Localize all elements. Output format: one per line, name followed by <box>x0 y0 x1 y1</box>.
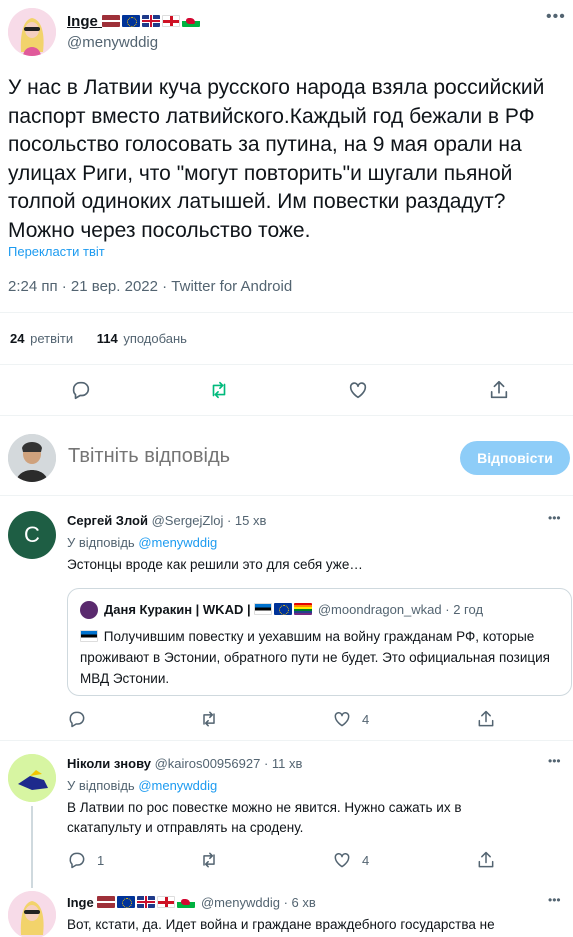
retweet-icon <box>212 381 226 399</box>
heart-icon <box>334 852 350 868</box>
reply-button[interactable] <box>67 709 97 729</box>
reply-avatar[interactable] <box>8 754 56 802</box>
reply-input[interactable] <box>68 445 428 468</box>
quote-avatar <box>80 601 98 619</box>
author-flags <box>102 13 202 30</box>
divider <box>0 364 573 365</box>
reply-button[interactable]: 1 <box>67 850 104 870</box>
uk-flag-icon <box>142 15 161 27</box>
submit-reply-button[interactable]: Відповісти <box>460 441 570 475</box>
replying-to: У відповідь @menywddig <box>67 778 218 793</box>
reply-text: Вот, кстати, да. Идет война и граждане в… <box>67 917 495 932</box>
retweets-stat[interactable]: 24 ретвіти <box>10 331 73 346</box>
retweet-button[interactable] <box>199 709 219 729</box>
estonia-flag-icon <box>254 603 273 615</box>
more-options-icon[interactable]: ••• <box>546 8 566 26</box>
like-button[interactable] <box>347 379 369 401</box>
share-icon <box>490 380 508 399</box>
reply-icon <box>69 852 85 869</box>
reply-button[interactable] <box>70 379 92 401</box>
reply-icon <box>72 381 90 400</box>
wales-flag-icon <box>177 896 196 908</box>
reply-avatar[interactable]: С <box>8 511 56 559</box>
replying-to: У відповідь @menywddig <box>67 535 218 550</box>
thread-line <box>31 806 33 888</box>
more-options-icon[interactable]: ••• <box>548 893 561 907</box>
eu-flag-icon <box>274 603 293 615</box>
tweet-stats: 24 ретвіти 114 уподобань <box>10 331 187 346</box>
reply-author[interactable]: Inge @menywddig · 6 хв <box>67 895 316 910</box>
latvia-flag-icon <box>102 15 121 27</box>
divider <box>0 312 573 313</box>
tweet-meta[interactable]: 2:24 пп · 21 вер. 2022 · Twitter for And… <box>8 278 292 295</box>
like-button[interactable]: 4 <box>332 850 369 870</box>
share-button[interactable] <box>476 709 496 729</box>
reply-author[interactable]: Сергей Злой @SergejZloj · 15 хв <box>67 513 266 528</box>
more-options-icon[interactable]: ••• <box>548 754 561 768</box>
quote-text: Получившим повестку и уехавшим на войну … <box>80 629 550 686</box>
heart-icon <box>349 382 367 399</box>
more-options-icon[interactable]: ••• <box>548 511 561 525</box>
share-icon <box>478 710 494 727</box>
reply-avatar[interactable] <box>8 891 56 937</box>
share-icon <box>478 851 494 868</box>
reply-icon <box>69 711 85 728</box>
reply-author[interactable]: Ніколи знову @kairos00956927 · 11 хв <box>67 756 302 771</box>
uk-flag-icon <box>137 896 156 908</box>
england-flag-icon <box>157 896 176 908</box>
translate-tweet-link[interactable]: Перекласти твіт <box>8 244 105 259</box>
estonia-flag-icon <box>80 630 98 642</box>
tweet-text: У нас в Латвии куча русского народа взял… <box>8 76 545 242</box>
retweet-button[interactable] <box>199 850 219 870</box>
author-name[interactable]: Inge <box>67 13 202 30</box>
england-flag-icon <box>162 15 181 27</box>
current-user-avatar[interactable] <box>8 434 56 482</box>
like-button[interactable]: 4 <box>332 709 369 729</box>
retweet-icon <box>203 852 215 868</box>
rainbow-flag-icon <box>294 603 313 615</box>
quote-author: Даня Куракин | WKAD | @moondragon_wkad ·… <box>104 602 484 617</box>
likes-stat[interactable]: 114 уподобань <box>97 331 187 346</box>
share-button[interactable] <box>488 379 510 401</box>
retweet-icon <box>203 711 215 727</box>
heart-icon <box>334 711 350 727</box>
retweet-button[interactable] <box>208 379 230 401</box>
reply-text: Эстонцы вроде как решили это для себя уж… <box>67 557 363 572</box>
replying-to-handle[interactable]: @menywddig <box>138 535 217 550</box>
latvia-flag-icon <box>97 896 116 908</box>
eu-flag-icon <box>122 15 141 27</box>
replying-to-handle[interactable]: @menywddig <box>138 778 217 793</box>
wales-flag-icon <box>182 15 201 27</box>
author-handle[interactable]: @menywddig <box>67 34 158 51</box>
share-button[interactable] <box>476 850 496 870</box>
reply-text: В Латвии по рос повестке можно не явится… <box>67 800 462 835</box>
divider <box>0 740 573 741</box>
quoted-tweet[interactable]: Даня Куракин | WKAD | @moondragon_wkad ·… <box>67 588 572 696</box>
divider <box>0 415 573 416</box>
divider <box>0 495 573 496</box>
eu-flag-icon <box>117 896 136 908</box>
author-avatar[interactable] <box>8 8 56 56</box>
